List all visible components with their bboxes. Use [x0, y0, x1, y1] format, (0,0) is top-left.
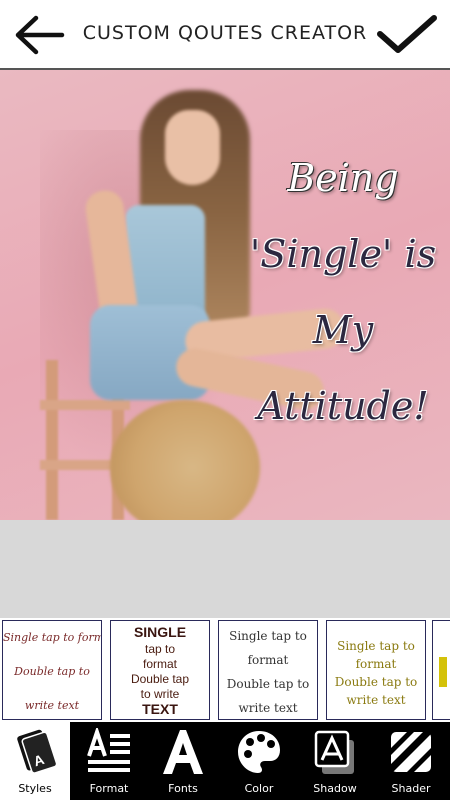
style-card[interactable]: Single tap to format Double tap to write…	[326, 620, 426, 720]
style-card-line: write text	[346, 693, 406, 707]
style-card-partial[interactable]	[432, 620, 450, 720]
fonts-tab-label: Fonts	[168, 782, 198, 795]
shader-tab[interactable]: Shader	[376, 722, 446, 800]
style-card-line: format	[247, 653, 289, 667]
checkmark-icon[interactable]	[376, 12, 438, 56]
gray-spacer	[0, 520, 450, 618]
style-card[interactable]: Single tap to format Double tap to write…	[2, 620, 102, 720]
fonts-tab[interactable]: Fonts	[148, 722, 218, 800]
style-card-line: Single tap to format	[3, 631, 101, 644]
style-card-line: Double tap	[130, 672, 190, 686]
shadow-icon	[314, 730, 354, 774]
shadow-tab-label: Shadow	[313, 782, 357, 795]
style-card-line: format	[355, 657, 397, 671]
bottom-toolbar: A Styles Format Fonts Color Shadow Shade…	[0, 722, 450, 800]
style-card-line: write text	[238, 701, 298, 715]
styles-tab-label: Styles	[18, 782, 52, 795]
style-card-line: Double tap to	[226, 677, 310, 691]
style-card-line: Double tap to	[14, 665, 90, 678]
styles-strip[interactable]: Single tap to format Double tap to write…	[0, 618, 450, 722]
quote-line: Attitude!	[257, 384, 429, 428]
page-title: CUSTOM QOUTES CREATOR	[82, 22, 368, 44]
format-tab-label: Format	[89, 782, 129, 795]
quote-line: Being	[287, 156, 399, 200]
style-card[interactable]: Single tap to format Double tap to write…	[218, 620, 318, 720]
style-card-line: Single tap to	[229, 629, 307, 643]
style-card-line: write text	[24, 699, 80, 712]
styles-tab[interactable]: A Styles	[0, 722, 70, 800]
fonts-icon	[163, 730, 203, 774]
format-tab[interactable]: Format	[74, 722, 144, 800]
style-card[interactable]: SINGLE tap to format Double tap to write…	[110, 620, 210, 720]
color-tab[interactable]: Color	[224, 722, 294, 800]
face-image	[165, 110, 220, 185]
style-card-line: tap to	[144, 642, 176, 656]
shadow-tab[interactable]: Shadow	[300, 722, 370, 800]
quote-line: 'Single' is	[249, 232, 437, 276]
style-card-line: to write	[140, 687, 180, 701]
style-card-line: SINGLE	[133, 624, 187, 640]
style-card-line: format	[142, 657, 177, 671]
palette-icon	[238, 731, 280, 773]
arrow-left-icon[interactable]	[14, 14, 66, 56]
format-icon	[87, 728, 130, 772]
styles-icon: A	[17, 729, 58, 774]
color-tab-label: Color	[244, 782, 274, 795]
quote-canvas[interactable]: Being 'Single' is My Attitude!	[0, 70, 450, 520]
style-card-line: Double tap to	[334, 675, 418, 689]
shader-tab-label: Shader	[391, 782, 431, 795]
shader-icon	[391, 732, 431, 772]
style-card-line: TEXT	[142, 701, 178, 717]
style-card-line: Single tap to	[337, 639, 415, 653]
quote-text[interactable]: Being 'Single' is My Attitude!	[238, 140, 448, 444]
quote-line: My	[312, 308, 374, 352]
top-bar: CUSTOM QOUTES CREATOR	[0, 0, 450, 68]
